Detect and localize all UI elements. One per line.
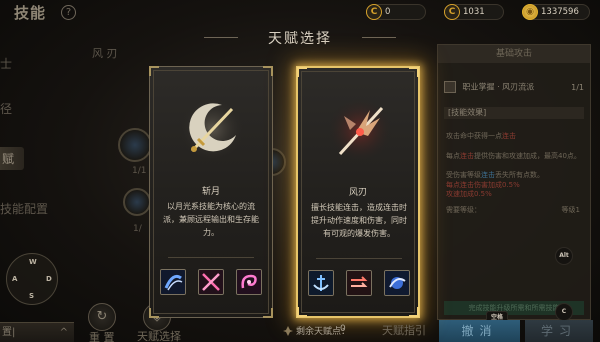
- text: 受伤害等级: [446, 171, 481, 179]
- card-corner: [263, 66, 273, 76]
- crossed-blades-skill-icon[interactable]: [198, 269, 224, 295]
- caret-up-icon: ^: [59, 327, 68, 338]
- talent-description: 擅长技能连击，造成连击时提升动作速度和伤害，同时有可观的爆发伤害。: [311, 203, 407, 238]
- card-corner: [297, 307, 307, 317]
- bottom-left-tab-label: 置|: [2, 327, 16, 338]
- effect-label: [技能效果]: [444, 107, 584, 119]
- alt-key-hint: Alt: [555, 247, 573, 265]
- level-value: 等级1: [561, 206, 580, 214]
- remaining-points-value: 0: [340, 324, 346, 334]
- talent-card-moon-slash[interactable]: 斩月 以月光系技能为核心的流派，兼顾远程输出和生存能力。: [149, 66, 273, 318]
- talent-select-label[interactable]: 天赋选择: [137, 328, 181, 342]
- card-corner: [297, 67, 307, 77]
- bottom-left-tab[interactable]: 置| ^: [0, 322, 74, 342]
- left-tab-2[interactable]: 径: [0, 100, 12, 117]
- skill-node-count: 1/: [133, 224, 142, 234]
- skill-level: 1/1: [571, 83, 584, 92]
- level-requirement: 需要等级： 等级1: [446, 205, 580, 215]
- cancel-button[interactable]: 撤消: [439, 320, 520, 342]
- skill-info-panel: 基础攻击 职业掌握 · 风刃流派 1/1 [技能效果] 攻击命中获得一点连击 每…: [437, 44, 591, 320]
- text: 提供伤害和攻速加成，最高40点。: [474, 152, 581, 160]
- combo-keyword: 连击: [502, 132, 516, 140]
- blue-orb-skill-icon[interactable]: [384, 270, 410, 296]
- left-tab-1[interactable]: 士: [0, 55, 12, 72]
- key-s: S: [29, 292, 35, 300]
- card-corner: [149, 66, 159, 76]
- talent-selection-title: 天赋选择: [204, 28, 396, 48]
- c-coin-icon: C: [366, 4, 382, 20]
- wind-branch-label: 风 刃: [92, 47, 118, 60]
- skill-node[interactable]: [123, 188, 151, 216]
- crescent-sword-icon: [180, 97, 244, 161]
- movement-joystick[interactable]: W A D S: [6, 253, 58, 305]
- effect-line-2: 每点连击提供伤害和攻速加成，最高40点。: [446, 151, 581, 161]
- effect-line-3: 受伤害等级连击丢失所有点数。: [446, 170, 544, 180]
- talent-skill-row: [308, 270, 410, 296]
- left-tab-skill-config[interactable]: 技能配置: [0, 200, 48, 217]
- c-key-hint: C: [555, 303, 573, 321]
- effect-line-1: 攻击命中获得一点连击: [446, 131, 516, 141]
- card-corner: [263, 308, 273, 318]
- currency-value: 0: [385, 7, 391, 17]
- skill-name: 职业掌握 · 风刃流派: [462, 82, 535, 92]
- red-arrows-skill-icon[interactable]: [346, 270, 372, 296]
- help-icon[interactable]: ?: [61, 5, 76, 20]
- left-tab-3-selected[interactable]: 赋: [0, 147, 25, 170]
- effect-line-5: 攻速加成0.5%: [446, 190, 492, 198]
- talent-point-icon: [283, 326, 293, 336]
- blue-slash-skill-icon[interactable]: [160, 269, 186, 295]
- reset-icon[interactable]: ↻: [88, 303, 116, 331]
- card-corner: [409, 307, 419, 317]
- combo-keyword: 连击: [460, 152, 474, 160]
- blue-anchor-skill-icon[interactable]: [308, 270, 334, 296]
- skill-node[interactable]: [118, 128, 152, 162]
- gold-coin-icon: ◉: [522, 4, 538, 20]
- text: 每点: [446, 152, 460, 160]
- talent-name: 斩月: [201, 187, 220, 197]
- level-label: 需要等级：: [446, 206, 481, 214]
- text: 攻击命中获得一点: [446, 132, 502, 140]
- card-corner: [409, 67, 419, 77]
- card-divider: [168, 257, 254, 258]
- key-w: W: [29, 258, 37, 266]
- skill-node-count: 1/1: [132, 166, 147, 176]
- talent-skill-row: [160, 269, 262, 295]
- learn-button[interactable]: 学习: [525, 320, 593, 342]
- currency-slot: C 1031: [444, 4, 504, 20]
- currency-value: 1031: [463, 7, 485, 17]
- c-coin-icon: C: [444, 4, 460, 20]
- talent-guide-button[interactable]: 天赋指引: [382, 322, 426, 338]
- combo-keyword: 连击: [481, 171, 495, 179]
- talent-card-wind-blade[interactable]: 风刃 擅长技能连击，造成连击时提升动作速度和伤害，同时有可观的爆发伤害。: [296, 66, 420, 318]
- panel-header: 基础攻击: [438, 45, 590, 63]
- talent-description: 以月光系技能为核心的流派，兼顾远程输出和生存能力。: [163, 202, 259, 237]
- game-screen: 技能 ? 士 径 赋 技能配置 风 刃 1/1 1/ W A D S 置| ^ …: [0, 0, 600, 342]
- skill-row[interactable]: 职业掌握 · 风刃流派 1/1: [444, 81, 584, 97]
- reset-label[interactable]: 重 置: [89, 329, 115, 342]
- currency-slot: C 0: [366, 4, 426, 20]
- key-d: D: [46, 275, 52, 283]
- key-a: A: [12, 275, 18, 283]
- skill-book-icon: [444, 81, 456, 93]
- card-corner: [149, 308, 159, 318]
- currency-value: 1337596: [541, 7, 579, 17]
- pink-swirl-skill-icon[interactable]: [236, 269, 262, 295]
- currency-slot: ◉ 1337596: [522, 4, 590, 20]
- winged-blade-icon: [328, 98, 392, 162]
- skills-page-title: 技能: [14, 4, 47, 22]
- card-divider: [316, 258, 402, 259]
- text: 丢失所有点数。: [495, 171, 544, 179]
- talent-name: 风刃: [348, 188, 367, 198]
